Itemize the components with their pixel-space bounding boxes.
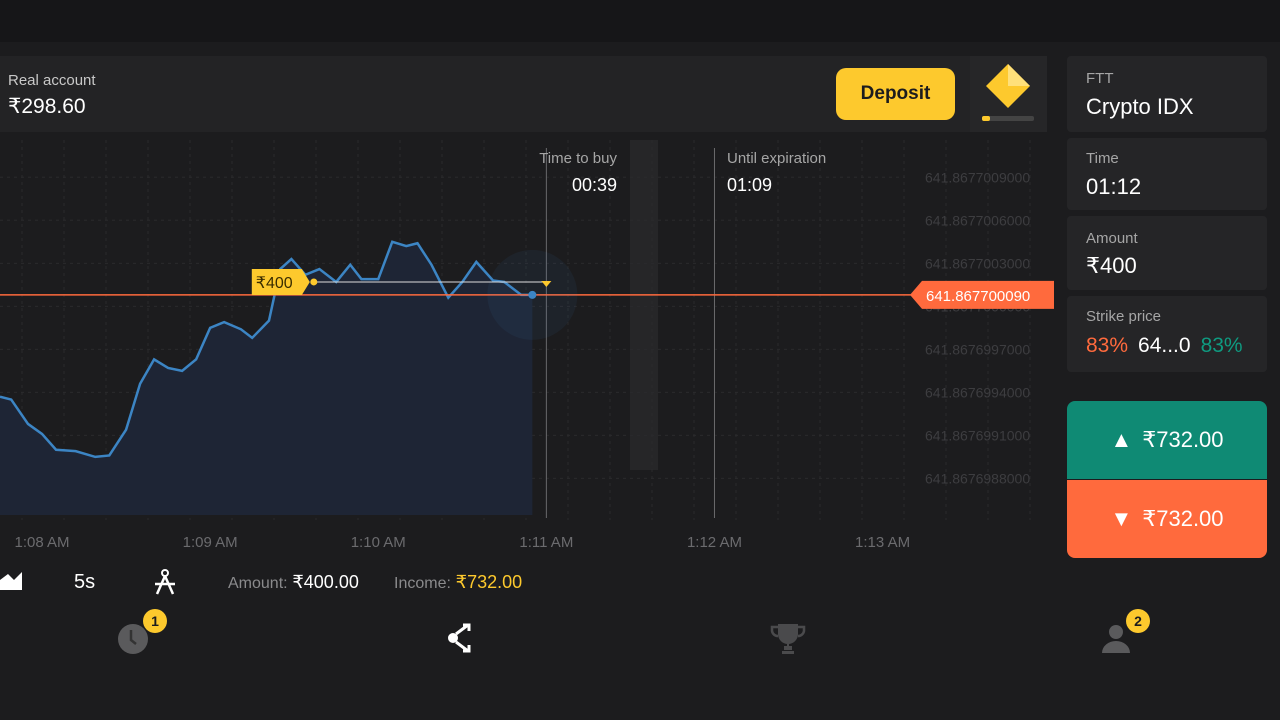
y-tick-label: 641.8676997000 <box>925 341 1030 357</box>
top-bar <box>0 0 1280 42</box>
status-level-button[interactable] <box>970 56 1047 132</box>
asset-selector[interactable]: FTT Crypto IDX <box>1067 56 1267 132</box>
drawing-tools-button[interactable] <box>152 568 178 601</box>
x-tick-label: 1:11 AM <box>519 534 573 551</box>
arrow-down-icon: ▼ <box>1110 506 1133 531</box>
y-tick-label: 641.8677006000 <box>925 212 1030 228</box>
amount-label: Amount <box>1086 230 1138 247</box>
nav-trades-history[interactable]: 1 <box>116 609 167 659</box>
x-tick-label: 1:08 AM <box>15 534 70 551</box>
asset-tag: FTT <box>1086 70 1114 87</box>
x-tick-label: 1:10 AM <box>351 534 406 551</box>
asset-name: Crypto IDX <box>1086 94 1194 119</box>
time-label: Time <box>1086 150 1119 167</box>
y-tick-label: 641.8677003000 <box>925 255 1030 271</box>
amount-value: ₹400 <box>1086 253 1137 278</box>
account-label: Real account <box>8 72 96 89</box>
time-to-buy-label: Time to buy <box>539 150 617 167</box>
trade-amount: Amount: ₹400.00 <box>228 572 359 593</box>
compass-icon <box>155 569 175 595</box>
area-chart-icon <box>0 572 22 590</box>
amount-summary-label: Amount: <box>228 575 288 592</box>
entry-dot <box>310 278 318 286</box>
profile-badge: 2 <box>1126 609 1150 633</box>
amount-field[interactable]: Amount ₹400 <box>1067 216 1267 290</box>
current-price-dot <box>528 290 537 299</box>
deposit-button[interactable]: Deposit <box>836 68 955 120</box>
x-tick-label: 1:09 AM <box>183 534 238 551</box>
current-price-label: 641.867700090 <box>926 288 1030 305</box>
time-to-buy-value: 00:39 <box>571 175 617 195</box>
time-value: 01:12 <box>1086 174 1142 199</box>
y-tick-label: 641.8676991000 <box>925 427 1030 443</box>
income-label: Income: <box>394 575 451 592</box>
until-expiration-value: 01:09 <box>727 175 773 195</box>
interval-button[interactable]: 5s <box>74 571 95 594</box>
nav-tournaments[interactable] <box>770 620 806 659</box>
chart-band <box>630 140 658 470</box>
share-icon <box>448 623 471 653</box>
down-button[interactable]: ▼ ₹732.00 <box>1067 480 1267 558</box>
up-button[interactable]: ▲ ₹732.00 <box>1067 401 1267 479</box>
strike-up-percent: 83% <box>1200 334 1243 357</box>
arrow-up-icon: ▲ <box>1110 427 1133 452</box>
strike-down-percent: 83% <box>1086 334 1129 357</box>
y-tick-label: 641.8677009000 <box>925 169 1030 185</box>
strike-price-field[interactable]: Strike price 83% 64...0 83% <box>1067 296 1267 372</box>
down-payout: ₹732.00 <box>1142 506 1224 531</box>
x-tick-label: 1:13 AM <box>855 534 910 551</box>
y-tick-label: 641.8676988000 <box>925 470 1030 486</box>
x-tick-label: 1:12 AM <box>687 534 742 551</box>
time-to-buy: Time to buy 00:39 <box>520 150 617 196</box>
nav-profile[interactable]: 2 <box>1100 609 1150 659</box>
nav-social-trading[interactable] <box>446 620 474 659</box>
amount-summary-value: ₹400.00 <box>292 572 359 592</box>
until-expiration-label: Until expiration <box>727 150 827 167</box>
y-tick-label: 641.8676994000 <box>925 384 1030 400</box>
trophy-icon <box>770 624 806 654</box>
strike-value: 64...0 <box>1138 334 1191 357</box>
account-balance: ₹298.60 <box>8 95 86 118</box>
history-badge: 1 <box>143 609 167 633</box>
until-expiration: Until expiration 01:09 <box>727 150 826 196</box>
income-value: ₹732.00 <box>455 572 523 592</box>
chart-type-button[interactable] <box>0 568 24 597</box>
entry-amount-label: ₹400 <box>256 275 293 292</box>
price-chart[interactable]: 641.8677009000 641.8677006000 641.86770030… <box>0 140 1060 560</box>
diamond-icon <box>982 64 1034 121</box>
up-payout: ₹732.00 <box>1142 427 1224 452</box>
time-field[interactable]: Time 01:12 <box>1067 138 1267 210</box>
trade-income: Income: ₹732.00 <box>394 572 522 593</box>
strike-label: Strike price <box>1086 308 1162 325</box>
